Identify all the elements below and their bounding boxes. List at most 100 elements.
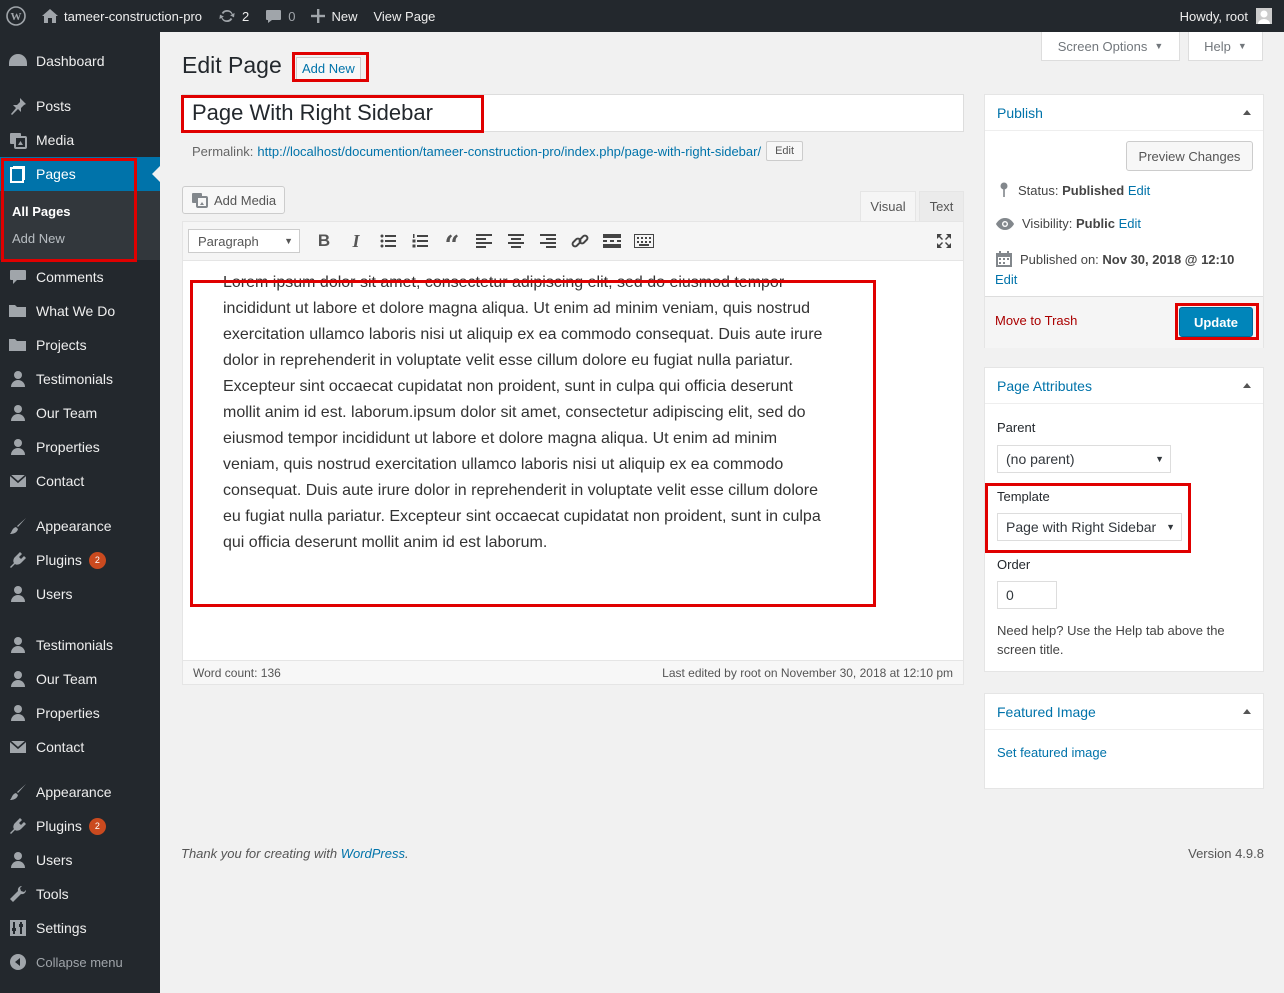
menu-comments[interactable]: Comments — [0, 260, 160, 294]
user-icon — [8, 403, 28, 423]
permalink-url[interactable]: http://localhost/documention/tameer-cons… — [257, 144, 761, 159]
parent-label: Parent — [997, 420, 1036, 435]
help-button[interactable]: Help ▼ — [1188, 32, 1263, 61]
status-row: Status: Published Edit — [997, 182, 1150, 198]
wordpress-logo-icon[interactable]: W — [0, 0, 34, 32]
blockquote-button[interactable]: “ — [436, 227, 468, 259]
site-name-link[interactable]: tameer-construction-pro — [34, 0, 210, 32]
menu-our-team[interactable]: Our Team — [0, 396, 160, 430]
menu-testimonials[interactable]: Testimonials — [0, 362, 160, 396]
add-new-page-button[interactable]: Add New — [296, 57, 361, 80]
screen-options-button[interactable]: Screen Options ▼ — [1041, 32, 1180, 61]
format-select[interactable]: Paragraph ▼ — [188, 229, 300, 253]
submenu-all-pages[interactable]: All Pages — [0, 198, 160, 225]
pin-icon — [997, 182, 1018, 198]
user-icon — [8, 437, 28, 457]
menu-projects[interactable]: Projects — [0, 328, 160, 362]
menu-contact-2[interactable]: Contact — [0, 730, 160, 764]
menu-media[interactable]: Media — [0, 123, 160, 157]
menu-settings[interactable]: Settings — [0, 911, 160, 945]
menu-appearance[interactable]: Appearance — [0, 509, 160, 543]
align-center-button[interactable] — [500, 227, 532, 255]
new-content-link[interactable]: New — [303, 0, 365, 32]
align-left-button[interactable] — [468, 227, 500, 255]
content-editor: Paragraph ▼ B I “ Lorem ipsum dolor sit … — [182, 221, 964, 685]
set-featured-image-link[interactable]: Set featured image — [997, 745, 1107, 760]
status-value: Published — [1062, 182, 1125, 198]
menu-appearance-2[interactable]: Appearance — [0, 775, 160, 809]
bullet-list-button[interactable] — [372, 227, 404, 255]
edit-slug-button[interactable]: Edit — [766, 141, 804, 161]
page-attributes-header[interactable]: Page Attributes — [985, 368, 1263, 404]
bold-button[interactable]: B — [308, 227, 340, 255]
update-button[interactable]: Update — [1179, 307, 1253, 337]
preview-label: Preview Changes — [1138, 148, 1241, 164]
numbered-list-button[interactable] — [404, 227, 436, 255]
publish-title: Publish — [997, 104, 1043, 121]
preview-changes-button[interactable]: Preview Changes — [1126, 141, 1253, 171]
move-to-trash-link[interactable]: Move to Trash — [995, 313, 1077, 328]
template-select[interactable]: Page with Right Sidebar ▼ — [997, 513, 1182, 541]
editor-toolbar: Paragraph ▼ B I “ — [183, 222, 963, 261]
edit-visibility-link[interactable]: Edit — [1119, 216, 1141, 231]
wordpress-link[interactable]: WordPress — [341, 846, 405, 861]
submenu-add-new[interactable]: Add New — [0, 225, 160, 252]
view-page-link[interactable]: View Page — [365, 0, 443, 32]
my-account-link[interactable]: Howdy, root — [1172, 0, 1284, 32]
align-right-icon — [540, 234, 556, 248]
menu-properties-2[interactable]: Properties — [0, 696, 160, 730]
add-media-button[interactable]: Add Media — [182, 186, 286, 214]
pages-icon — [8, 164, 28, 184]
italic-button[interactable]: I — [340, 227, 372, 255]
menu-tools[interactable]: Tools — [0, 877, 160, 911]
tab-visual[interactable]: Visual — [860, 191, 916, 221]
menu-plugins-2[interactable]: Plugins 2 — [0, 809, 160, 843]
collapse-arrow-icon[interactable] — [1243, 709, 1251, 714]
footer-thanks-suffix: . — [405, 846, 409, 861]
read-more-button[interactable] — [596, 227, 628, 255]
menu-pages[interactable]: Pages — [0, 157, 160, 191]
parent-select[interactable]: (no parent) ▼ — [997, 445, 1171, 473]
updates-link[interactable]: 2 — [210, 0, 257, 32]
collapse-menu-button[interactable]: Collapse menu — [0, 945, 160, 979]
published-on-row: Published on: Nov 30, 2018 @ 12:10 — [995, 250, 1234, 268]
editor-content[interactable]: Lorem ipsum dolor sit amet, consectetur … — [223, 270, 833, 556]
edit-status-link[interactable]: Edit — [1128, 183, 1150, 198]
collapse-arrow-icon[interactable] — [1243, 383, 1251, 388]
menu-properties[interactable]: Properties — [0, 430, 160, 464]
tab-text[interactable]: Text — [919, 191, 964, 221]
menu-users[interactable]: Users — [0, 577, 160, 611]
add-media-icon — [191, 192, 214, 208]
menu-dashboard[interactable]: Dashboard — [0, 44, 160, 78]
menu-what-we-do[interactable]: What We Do — [0, 294, 160, 328]
bold-icon: B — [317, 231, 331, 250]
menu-users-2[interactable]: Users — [0, 843, 160, 877]
menu-label: Pages — [36, 166, 76, 182]
menu-label: Dashboard — [36, 53, 105, 69]
comments-link[interactable]: 0 — [257, 0, 303, 32]
plugin-icon — [8, 550, 28, 570]
howdy-text: Howdy, root — [1179, 8, 1248, 24]
insert-link-button[interactable] — [564, 227, 596, 255]
updates-count: 2 — [242, 8, 250, 24]
template-label: Template — [997, 489, 1050, 504]
menu-label: Tools — [36, 886, 69, 902]
post-title-input[interactable]: Page With Right Sidebar — [182, 94, 964, 132]
menu-plugins[interactable]: Plugins 2 — [0, 543, 160, 577]
collapse-arrow-icon[interactable] — [1243, 110, 1251, 115]
distraction-free-button[interactable] — [933, 230, 955, 252]
featured-image-title: Featured Image — [997, 703, 1096, 720]
menu-posts[interactable]: Posts — [0, 89, 160, 123]
order-input[interactable]: 0 — [997, 581, 1057, 609]
menu-our-team-2[interactable]: Our Team — [0, 662, 160, 696]
featured-image-header[interactable]: Featured Image — [985, 694, 1263, 730]
edit-date-link[interactable]: Edit — [995, 272, 1017, 287]
publish-box-header[interactable]: Publish — [985, 95, 1263, 131]
toolbar-toggle-button[interactable] — [628, 227, 660, 255]
order-label: Order — [997, 557, 1031, 572]
word-count: Word count: 136 — [193, 665, 281, 680]
align-right-button[interactable] — [532, 227, 564, 255]
user-icon — [8, 369, 28, 389]
menu-testimonials-2[interactable]: Testimonials — [0, 628, 160, 662]
menu-contact[interactable]: Contact — [0, 464, 160, 498]
